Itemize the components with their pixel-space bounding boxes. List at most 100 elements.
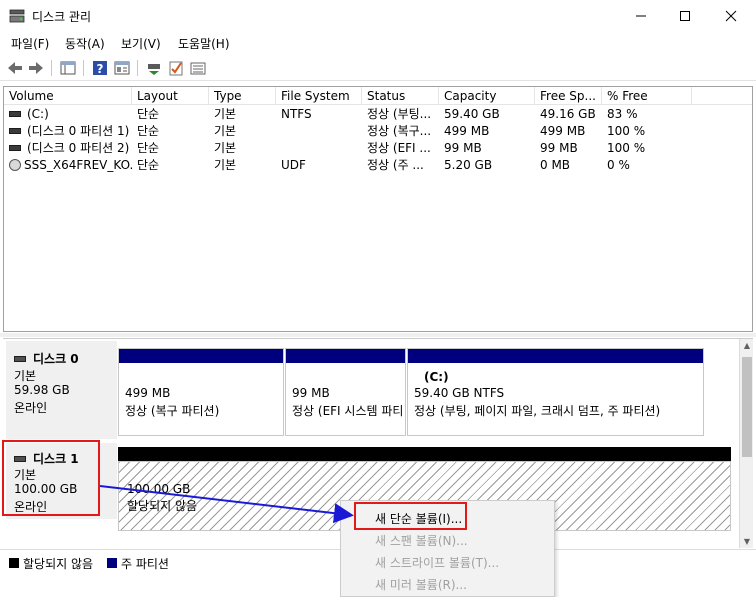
list-view-button[interactable] [189,59,207,77]
disk0-name: 디스크 0 [33,352,79,366]
volume-capacity: 99 MB [444,141,482,155]
connect-icon [148,64,160,75]
title-bar: 디스크 관리 [0,0,756,32]
connect-button[interactable] [145,59,163,77]
menu-new-striped-volume[interactable]: 새 스트라이프 볼륨(T)... [375,554,499,571]
disk0-info[interactable]: 디스크 0 기본 59.98 GB 온라인 [6,341,117,439]
menu-new-mirrored-volume[interactable]: 새 미러 볼륨(R)... [375,576,467,593]
col-free-space[interactable]: Free Sp... [535,87,602,105]
volume-percent-free: 83 % [607,107,638,121]
list-view-icon [190,62,206,75]
volume-status: 정상 (복구... [367,124,432,138]
scrollbar-thumb[interactable] [742,357,752,457]
col-layout[interactable]: Layout [132,87,209,105]
legend-unallocated: 할당되지 않음 [23,557,94,571]
console-tree-button[interactable] [59,59,77,77]
help-icon: ? [93,61,107,76]
col-capacity[interactable]: Capacity [439,87,535,105]
col-percent-free[interactable]: % Free [602,87,692,105]
pane-splitter[interactable] [0,333,756,337]
volume-name: (디스크 0 파티션 1) [27,124,130,138]
volume-free: 99 MB [540,141,578,155]
volume-percent-free: 0 % [607,158,630,172]
disk0-type: 기본 [14,369,37,383]
scroll-up-icon[interactable]: ▲ [740,339,753,353]
back-button[interactable] [6,59,24,77]
primary-partition-swatch [107,558,117,568]
forward-arrow-icon [29,62,43,74]
volume-percent-free: 100 % [607,124,646,138]
partition-size: 99 MB [292,386,330,400]
minimize-button[interactable] [618,0,664,32]
volume-layout: 단순 [137,158,160,172]
scroll-down-icon[interactable]: ▼ [740,535,753,548]
volume-name: SSS_X64FREV_KO... [24,158,132,172]
highlight-box-disk1 [2,440,100,516]
volume-name: (C:) [27,107,49,121]
disk0-size: 59.98 GB [14,383,70,397]
help-button[interactable]: ? [91,59,109,77]
partition-bar [408,349,703,363]
menu-new-spanned-volume[interactable]: 새 스팬 볼륨(N)... [375,532,468,549]
volume-row[interactable]: (C:) 단순 기본 NTFS 정상 (부팅... 59.40 GB 49.16… [4,106,752,123]
minimize-icon [636,15,646,17]
volume-row[interactable]: SSS_X64FREV_KO... 단순 기본 UDF 정상 (주 ... 5.… [4,157,752,174]
close-button[interactable] [708,0,754,32]
unallocated-swatch [9,558,19,568]
partition-size: 59.40 GB NTFS [414,386,505,400]
col-status[interactable]: Status [362,87,439,105]
partition-status: 정상 (복구 파티션) [125,404,220,418]
partition-status: 정상 (EFI 시스템 파티 [292,404,404,418]
unallocated-label: 할당되지 않음 [127,499,198,513]
menu-action[interactable]: 동작(A) [65,35,105,52]
check-button[interactable] [167,59,185,77]
volume-capacity: 5.20 GB [444,158,493,172]
properties-icon [114,61,130,75]
partition-title: (C:) [424,370,449,384]
partition-bar [286,349,405,363]
disk-pane-scrollbar[interactable]: ▲ ▼ [739,339,753,548]
partition-recovery[interactable]: 499 MB 정상 (복구 파티션) [118,348,284,436]
volume-layout: 단순 [137,107,160,121]
close-icon [725,10,737,22]
toolbar: ? [0,55,756,81]
menu-file[interactable]: 파일(F) [11,35,49,52]
partition-c-drive[interactable]: (C:) 59.40 GB NTFS 정상 (부팅, 페이지 파일, 크래시 덤… [407,348,704,436]
menu-view[interactable]: 보기(V) [121,35,161,52]
highlight-box-new-simple-volume [354,502,467,530]
forward-button[interactable] [27,59,45,77]
unallocated-bar [118,447,731,461]
drive-icon [9,144,21,151]
partition-status: 정상 (부팅, 페이지 파일, 크래시 덤프, 주 파티션) [414,404,661,418]
volume-status: 정상 (주 ... [367,158,424,172]
properties-button[interactable] [113,59,131,77]
volume-free: 499 MB [540,124,586,138]
volume-layout: 단순 [137,141,160,155]
volume-capacity: 499 MB [444,124,490,138]
volume-list[interactable]: Volume Layout Type File System Status Ca… [3,86,753,332]
disk-icon [14,355,26,362]
volume-layout: 단순 [137,124,160,138]
svg-text:?: ? [97,62,104,76]
partition-efi[interactable]: 99 MB 정상 (EFI 시스템 파티 [285,348,406,436]
volume-type: 기본 [214,124,237,138]
volume-status: 정상 (EFI ... [367,141,431,155]
volume-fs [276,123,362,140]
col-volume[interactable]: Volume [4,87,132,105]
volume-row[interactable]: (디스크 0 파티션 2) 단순 기본 정상 (EFI ... 99 MB 99… [4,140,752,157]
back-arrow-icon [8,62,22,74]
volume-row[interactable]: (디스크 0 파티션 1) 단순 기본 정상 (복구... 499 MB 499… [4,123,752,140]
col-file-system[interactable]: File System [276,87,362,105]
console-tree-icon [60,61,76,75]
col-type[interactable]: Type [209,87,276,105]
volume-percent-free: 100 % [607,141,646,155]
volume-free: 49.16 GB [540,107,596,121]
volume-type: 기본 [214,107,237,121]
volume-status: 정상 (부팅... [367,107,432,121]
menu-help[interactable]: 도움말(H) [178,35,230,52]
maximize-button[interactable] [662,0,708,32]
drive-icon [9,110,21,117]
legend-primary: 주 파티션 [121,557,169,571]
menu-bar: 파일(F) 동작(A) 보기(V) 도움말(H) [0,32,756,54]
disk-management-icon [9,9,25,23]
